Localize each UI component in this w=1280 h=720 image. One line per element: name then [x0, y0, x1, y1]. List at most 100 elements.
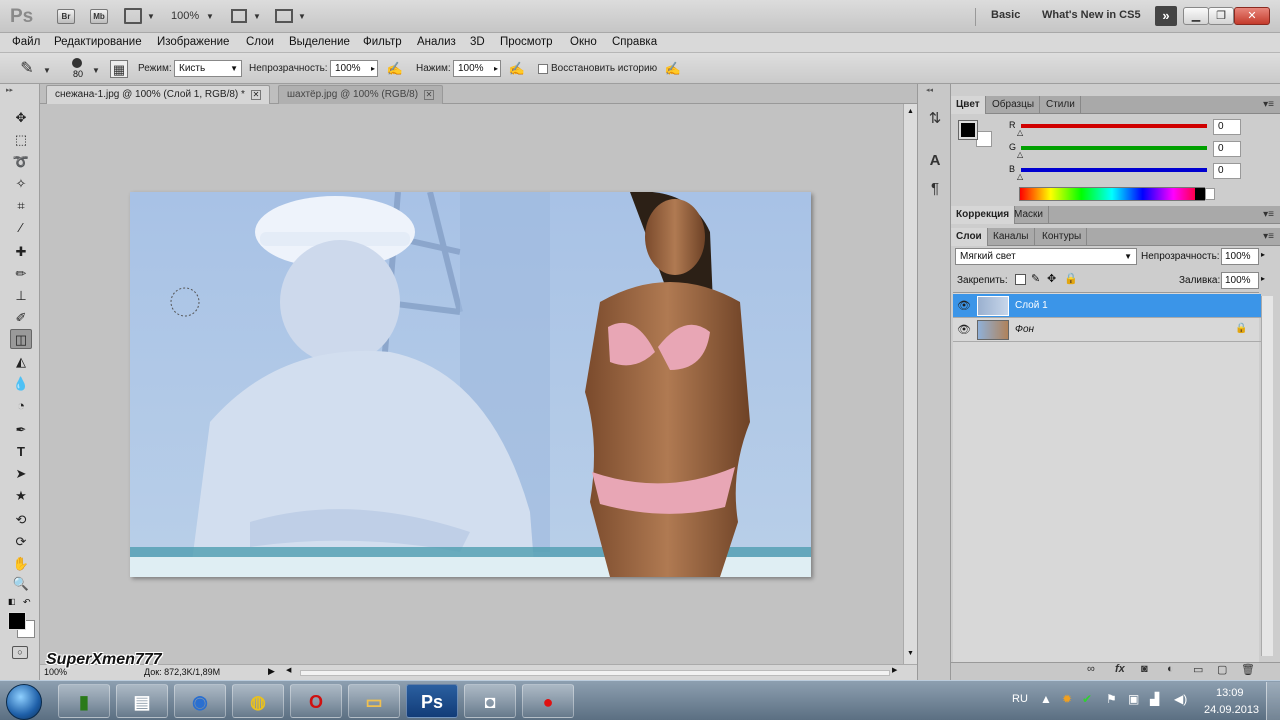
paragraph-panel-icon[interactable]: ¶	[924, 178, 946, 200]
new-group-icon[interactable]: ▭	[1193, 663, 1203, 676]
brush-picker-dropdown-icon[interactable]: ▼	[92, 66, 100, 75]
view-extras-dropdown-icon[interactable]: ▼	[147, 12, 155, 21]
bridge-button[interactable]: Br	[57, 9, 75, 24]
scroll-left-icon[interactable]: ◀	[286, 666, 291, 674]
flow-field[interactable]: 100% ▸	[453, 60, 501, 77]
clock-time[interactable]: 13:09	[1216, 687, 1244, 699]
blur-tool-icon[interactable]: 💧	[10, 374, 32, 394]
color-bg-swatch[interactable]	[976, 131, 992, 147]
3d-rotate-tool-icon[interactable]: ⟲	[10, 510, 32, 530]
tool-preset-dropdown-icon[interactable]: ▼	[43, 66, 51, 75]
expand-dock-icon[interactable]: ◂◂	[926, 86, 933, 94]
blend-mode-select[interactable]: Мягкий свет ▼	[955, 248, 1137, 265]
taskbar-app-camera-icon[interactable]: ◘	[464, 684, 516, 718]
menu-view[interactable]: Просмотр	[500, 36, 553, 48]
visibility-eye-icon[interactable]: 👁	[957, 299, 971, 313]
delete-layer-icon[interactable]: 🗑	[1241, 663, 1255, 676]
tab-snezhana[interactable]: снежана-1.jpg @ 100% (Слой 1, RGB/8) * ✕	[46, 85, 270, 104]
eraser-tool-preset-icon[interactable]: ✎	[18, 60, 36, 78]
taskbar-app-archive-icon[interactable]: ▤	[116, 684, 168, 718]
taskbar-app-recorder-icon[interactable]: ●	[522, 684, 574, 718]
layers-scrollbar[interactable]	[1261, 296, 1273, 656]
red-slider-track[interactable]	[1021, 124, 1207, 128]
history-panel-icon[interactable]: ⇅	[924, 108, 946, 130]
character-panel-icon[interactable]: A	[924, 150, 946, 172]
airbrush-icon[interactable]: ✍	[508, 60, 526, 78]
tab-swatches[interactable]: Образцы	[987, 96, 1041, 114]
minimize-icon[interactable]: ▁	[1183, 7, 1209, 25]
taskbar-app-gadget-icon[interactable]: ▮	[58, 684, 110, 718]
tray-expand-icon[interactable]: ▲	[1040, 692, 1052, 706]
blue-value-field[interactable]: 0	[1213, 163, 1241, 179]
type-tool-icon[interactable]: T	[10, 442, 32, 462]
brush-tool-icon[interactable]: ✏	[10, 264, 32, 284]
workspace-whats-new[interactable]: What's New in CS5	[1042, 9, 1141, 21]
arrange-dropdown-icon[interactable]: ▼	[253, 12, 261, 21]
workspace-more-icon[interactable]: »	[1155, 6, 1177, 26]
lock-transparency-icon[interactable]	[1015, 274, 1026, 285]
fill-field[interactable]: 100%	[1221, 272, 1259, 289]
taskbar-app-explorer-icon[interactable]: ▭	[348, 684, 400, 718]
menu-edit[interactable]: Редактирование	[54, 36, 142, 48]
close-icon[interactable]: ✕	[1234, 7, 1270, 25]
pressure-opacity-icon[interactable]: ✍	[386, 60, 404, 78]
language-indicator[interactable]: RU	[1012, 693, 1028, 705]
blue-slider-track[interactable]	[1021, 168, 1207, 172]
layer-row-sloy1[interactable]: 👁 Слой 1	[953, 294, 1261, 318]
clock-date[interactable]: 24.09.2013	[1204, 704, 1259, 716]
layer-mask-icon[interactable]: ◙	[1141, 663, 1148, 675]
hand-tool-icon[interactable]: ✋	[10, 554, 32, 574]
foreground-color-swatch[interactable]	[8, 612, 26, 630]
red-slider-handle[interactable]: △	[1017, 128, 1023, 137]
tab-color[interactable]: Цвет	[951, 96, 986, 114]
green-slider-track[interactable]	[1021, 146, 1207, 150]
eyedropper-tool-icon[interactable]: ⁄	[10, 218, 32, 238]
shape-tool-icon[interactable]: ★	[10, 486, 32, 506]
lock-all-icon[interactable]: 🔒	[1064, 272, 1078, 285]
history-brush-tool-icon[interactable]: ✐	[10, 308, 32, 328]
adjustment-layer-icon[interactable]: ◐	[1167, 663, 1174, 675]
scroll-right-icon[interactable]: ▶	[892, 666, 897, 674]
menu-3d[interactable]: 3D	[470, 36, 485, 48]
tray-flag-icon[interactable]: ⚑	[1106, 692, 1117, 706]
tray-app2-icon[interactable]: ✔	[1082, 692, 1092, 706]
zoom-dropdown-icon[interactable]: ▼	[206, 12, 214, 21]
mode-select[interactable]: Кисть ▼	[174, 60, 242, 77]
tab-styles[interactable]: Стили	[1041, 96, 1081, 114]
lock-position-icon[interactable]: ✥	[1047, 272, 1056, 285]
dodge-tool-icon[interactable]: ◔	[10, 396, 32, 416]
start-button-icon[interactable]	[6, 684, 42, 720]
green-slider-handle[interactable]: △	[1017, 150, 1023, 159]
opacity-field[interactable]: 100% ▸	[330, 60, 378, 77]
red-value-field[interactable]: 0	[1213, 119, 1241, 135]
blue-slider-handle[interactable]: △	[1017, 172, 1023, 181]
visibility-eye-icon[interactable]: 👁	[957, 323, 971, 337]
color-spectrum-ramp[interactable]	[1019, 187, 1205, 201]
3d-orbit-tool-icon[interactable]: ⟳	[10, 532, 32, 552]
menu-analysis[interactable]: Анализ	[417, 36, 456, 48]
workspace-basic[interactable]: Basic	[991, 9, 1020, 21]
tab-channels[interactable]: Каналы	[988, 228, 1035, 246]
tab-shakhter[interactable]: шахтёр.jpg @ 100% (RGB/8) ✕	[278, 85, 444, 104]
screen-mode-dropdown-icon[interactable]: ▼	[298, 12, 306, 21]
tray-volume-icon[interactable]: ◀)	[1174, 692, 1187, 706]
tab-close-icon[interactable]: ✕	[250, 90, 261, 100]
pressure-size-icon[interactable]: ✍	[664, 60, 682, 78]
status-menu-icon[interactable]: ▶	[268, 666, 275, 677]
eraser-tool-icon[interactable]: ◫	[10, 329, 32, 349]
view-extras-icon[interactable]	[124, 8, 142, 24]
panel-menu-icon[interactable]: ▾≡	[1263, 231, 1274, 242]
paint-bucket-tool-icon[interactable]: ◭	[10, 352, 32, 372]
horizontal-scrollbar[interactable]	[300, 670, 890, 676]
screen-mode-icon[interactable]	[275, 9, 293, 23]
marquee-tool-icon[interactable]: ⬚	[10, 130, 32, 150]
swap-colors-icon[interactable]: ↶	[23, 597, 31, 608]
menu-layers[interactable]: Слои	[246, 36, 274, 48]
menu-image[interactable]: Изображение	[157, 36, 229, 48]
layer-opacity-field[interactable]: 100%	[1221, 248, 1259, 265]
path-selection-tool-icon[interactable]: ➤	[10, 464, 32, 484]
new-layer-icon[interactable]: ▢	[1217, 663, 1227, 676]
brush-panel-toggle-icon[interactable]: ▦	[110, 60, 128, 78]
history-checkbox[interactable]	[538, 64, 548, 74]
zoom-level-select[interactable]: 100%	[171, 10, 199, 22]
